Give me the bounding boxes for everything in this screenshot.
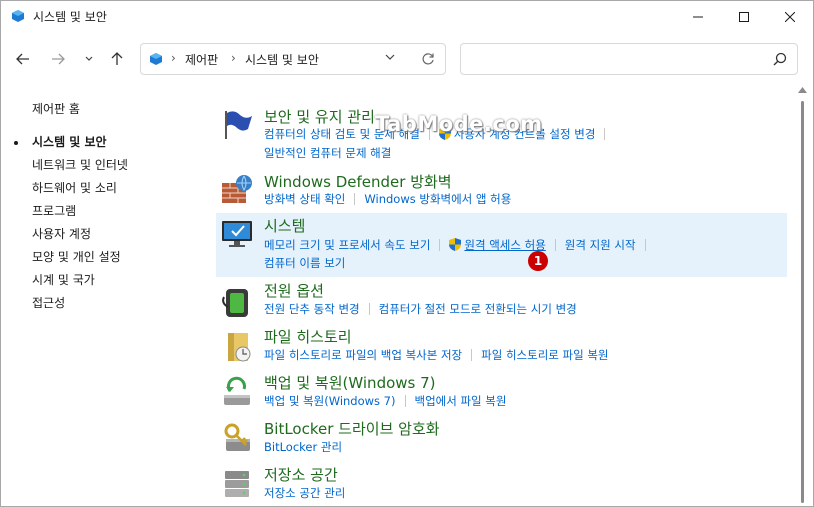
back-button[interactable] [11,47,35,71]
power-battery-icon [222,289,248,317]
category-title[interactable]: 전원 옵션 [264,280,324,301]
divider [471,349,473,361]
category-title[interactable]: 보안 및 유지 관리 [264,106,375,127]
breadcrumb-system-security[interactable]: 시스템 및 보안 [245,51,319,68]
close-button[interactable] [767,1,813,33]
address-bar[interactable]: › 제어판 › 시스템 및 보안 [140,43,446,75]
search-icon [773,52,787,66]
task-link[interactable]: 저장소 공간 관리 [264,486,345,500]
control-panel-app-icon [12,10,24,22]
task-link[interactable]: 컴퓨터가 절전 모드로 전환되는 시기 변경 [379,302,577,316]
vertical-scrollbar[interactable] [798,87,807,505]
window-title: 시스템 및 보안 [33,10,107,24]
back-arrow-icon [16,53,29,65]
up-arrow-icon [111,52,123,65]
minimize-icon [693,16,703,18]
divider [404,395,406,407]
task-link[interactable]: 백업에서 파일 복원 [415,394,507,408]
sidebar-item-system-security[interactable]: 시스템 및 보안 [32,133,107,150]
task-link[interactable]: 백업 및 복원(Windows 7) [264,394,396,408]
sidebar-item-appearance[interactable]: 모양 및 개인 설정 [32,248,121,265]
category-title[interactable]: Windows Defender 방화벽 [264,171,452,192]
up-button[interactable] [105,47,129,71]
sidebar-item-hardware[interactable]: 하드웨어 및 소리 [32,179,117,196]
divider [354,193,356,205]
task-link[interactable]: 파일 히스토리로 파일 복원 [481,348,608,362]
bitlocker-key-icon [224,423,250,451]
breadcrumb-separator: › [171,51,176,65]
watermark: TabMode.com [375,112,543,136]
task-row: 컴퓨터 이름 보기 [264,255,345,271]
title-bar: 시스템 및 보안 [1,1,813,33]
divider [554,239,556,251]
task-link[interactable]: 파일 히스토리로 파일의 백업 복사본 저장 [264,348,462,362]
task-row: 전원 단추 동작 변경 컴퓨터가 절전 모드로 전환되는 시기 변경 [264,301,577,317]
current-indicator [14,141,18,145]
search-input[interactable] [460,43,798,75]
task-row: 백업 및 복원(Windows 7) 백업에서 파일 복원 [264,393,506,409]
category-title[interactable]: 파일 히스토리 [264,326,352,347]
category-file-history: 파일 히스토리 파일 히스토리로 파일의 백업 복사본 저장 파일 히스토리로 파… [216,323,787,367]
category-storage-spaces: 저장소 공간 저장소 공간 관리 [216,461,787,505]
category-bitlocker: BitLocker 드라이브 암호화 BitLocker 관리 [216,415,787,459]
category-title[interactable]: 시스템 [264,215,305,236]
divider [604,128,606,140]
sidebar-item-home[interactable]: 제어판 홈 [32,100,80,117]
task-row: 저장소 공간 관리 [264,485,345,501]
minimize-button[interactable] [675,1,721,33]
sidebar-item-accessibility[interactable]: 접근성 [32,294,65,311]
task-row: 일반적인 컴퓨터 문제 해결 [264,145,391,161]
forward-arrow-icon [52,53,65,65]
divider [439,239,441,251]
category-title[interactable]: 저장소 공간 [264,464,338,485]
maximize-icon [739,12,749,22]
forward-button[interactable] [46,47,70,71]
folder-clock-icon [228,333,251,362]
firewall-icon [222,175,252,203]
maximize-button[interactable] [721,1,767,33]
task-row: 방화벽 상태 확인 Windows 방화벽에서 앱 허용 [264,191,511,207]
task-row: BitLocker 관리 [264,439,342,455]
scrollbar-thumb[interactable] [801,101,804,503]
category-backup-restore: 백업 및 복원(Windows 7) 백업 및 복원(Windows 7) 백업에… [216,369,787,413]
allow-remote-access-link[interactable]: 원격 액세스 허용 [464,238,545,252]
backup-drive-icon [224,376,250,405]
sidebar-item-network[interactable]: 네트워크 및 인터넷 [32,156,128,173]
category-firewall: Windows Defender 방화벽 방화벽 상태 확인 Windows 방화… [216,167,787,211]
flag-icon [225,111,252,139]
task-link[interactable]: 방화벽 상태 확인 [264,192,345,206]
computer-monitor-icon [222,221,252,247]
storage-spaces-icon [225,471,249,497]
recent-locations-button[interactable] [77,47,101,71]
breadcrumb-separator: › [231,51,236,65]
chevron-down-icon[interactable] [385,54,395,61]
breadcrumb-control-panel[interactable]: 제어판 [185,51,218,68]
uac-shield-icon [449,238,462,251]
divider [644,239,646,251]
task-row: 파일 히스토리로 파일의 백업 복사본 저장 파일 히스토리로 파일 복원 [264,347,609,363]
task-link[interactable]: 컴퓨터 이름 보기 [264,256,345,270]
category-power-options: 전원 옵션 전원 단추 동작 변경 컴퓨터가 절전 모드로 전환되는 시기 변경 [216,279,787,323]
sidebar-item-user-accounts[interactable]: 사용자 계정 [32,225,91,242]
task-link[interactable]: 메모리 크기 및 프로세서 속도 보기 [264,238,430,252]
task-row: 메모리 크기 및 프로세서 속도 보기 원격 액세스 허용 원격 지원 시작 [264,237,655,253]
sidebar-item-programs[interactable]: 프로그램 [32,202,76,219]
task-link[interactable]: 일반적인 컴퓨터 문제 해결 [264,146,391,160]
close-icon [785,12,795,22]
category-title[interactable]: 백업 및 복원(Windows 7) [264,372,436,393]
divider [368,303,370,315]
task-link[interactable]: 원격 지원 시작 [565,238,636,252]
sidebar-item-clock-region[interactable]: 시계 및 국가 [32,271,95,288]
task-link[interactable]: Windows 방화벽에서 앱 허용 [364,192,511,206]
category-system: 시스템 메모리 크기 및 프로세서 속도 보기 원격 액세스 허용 원격 지원 시작… [216,213,787,277]
task-link[interactable]: 전원 단추 동작 변경 [264,302,360,316]
control-panel-icon [150,53,162,65]
control-panel-window: 시스템 및 보안 › 제어판 › 시스템 및 보안 제어판 홈 시스템 및 보안… [0,0,814,507]
scroll-up-arrow-icon[interactable] [798,87,807,93]
refresh-icon[interactable] [421,52,435,66]
category-title[interactable]: BitLocker 드라이브 암호화 [264,418,440,439]
task-link[interactable]: BitLocker 관리 [264,440,342,454]
chevron-down-icon [85,56,93,61]
step-badge: 1 [528,251,548,271]
